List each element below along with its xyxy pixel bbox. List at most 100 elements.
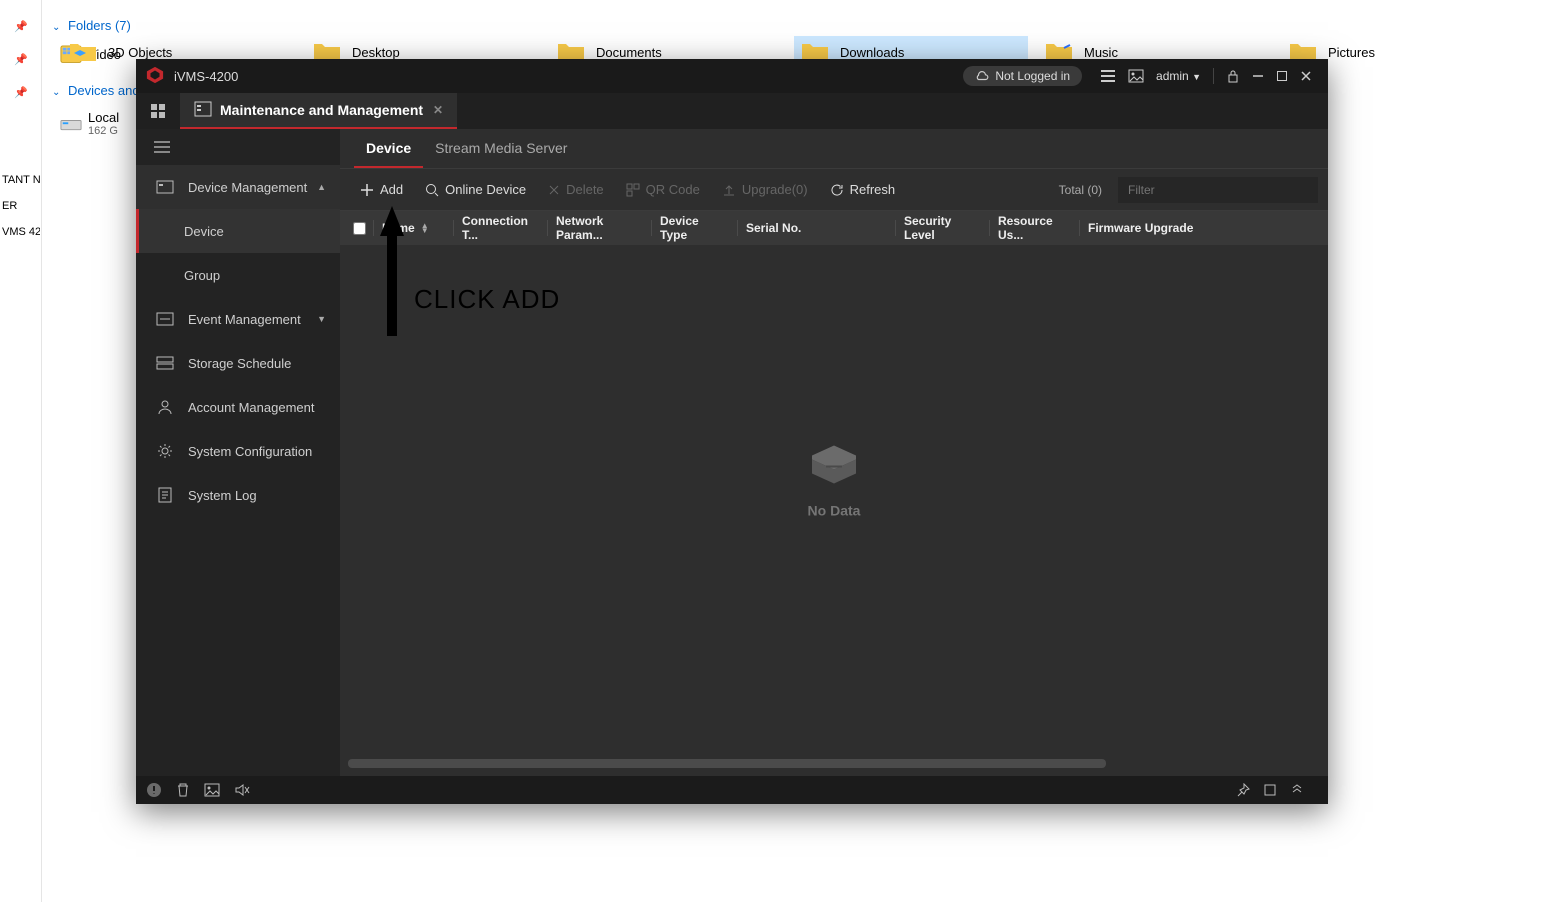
table-body: No Data [340, 245, 1328, 759]
separator [1213, 68, 1214, 84]
sidebar-item-event-mgmt[interactable]: Event Management ▼ [136, 297, 340, 341]
alert-icon[interactable] [146, 782, 162, 798]
delete-label: Delete [566, 182, 604, 197]
sidebar-label: Account Management [188, 400, 326, 415]
sidebar-item-storage[interactable]: Storage Schedule [136, 341, 340, 385]
col-resource[interactable]: Resource Us... [990, 220, 1080, 236]
folder-label: Downloads [840, 45, 904, 60]
folders-section[interactable]: ⌄ Folders (7) [52, 18, 192, 33]
col-name[interactable]: Name ▲▼ [374, 220, 454, 236]
pin-icon: 📌 [14, 20, 27, 33]
sidebar-toggle[interactable] [136, 129, 340, 165]
minimize-icon[interactable] [1252, 70, 1264, 82]
maximize-icon[interactable] [1276, 70, 1288, 82]
col-security[interactable]: Security Level [896, 220, 990, 236]
collapse-icon[interactable] [1290, 783, 1304, 797]
upload-icon [722, 183, 736, 197]
col-firmware[interactable]: Firmware Upgrade [1080, 220, 1322, 236]
folders-label: Folders (7) [68, 18, 131, 33]
modules-grid-button[interactable] [136, 93, 180, 129]
pin-icon: 📌 [14, 86, 27, 99]
search-icon [425, 183, 439, 197]
qr-icon [626, 183, 640, 197]
devices-label: Devices and [68, 83, 140, 98]
main-tab-device[interactable]: Device [354, 129, 423, 168]
online-device-button[interactable]: Online Device [415, 178, 536, 201]
clip-text: VMS 420 [2, 226, 40, 238]
refresh-button[interactable]: Refresh [820, 178, 906, 201]
maintenance-icon [194, 101, 212, 120]
scrollbar-thumb[interactable] [348, 759, 1106, 768]
pin-icon: 📌 [14, 53, 27, 66]
storage-icon [154, 356, 176, 370]
main-tabs: Device Stream Media Server [340, 129, 1328, 169]
sidebar-label: Event Management [188, 312, 317, 327]
x-icon [548, 184, 560, 196]
module-tabbar: Maintenance and Management ✕ [136, 93, 1328, 129]
explorer-left-rail: 📌 📌 📌 [0, 0, 42, 902]
folder-label: Music [1084, 45, 1118, 60]
mute-icon[interactable] [234, 783, 250, 797]
col-conn[interactable]: Connection T... [454, 220, 548, 236]
total-label: Total (0) [1059, 183, 1102, 197]
add-button[interactable]: Add [350, 178, 413, 201]
col-serial[interactable]: Serial No. [738, 220, 896, 236]
chevron-up-icon: ▲ [317, 182, 326, 192]
pin-icon[interactable] [1236, 783, 1250, 797]
sidebar-item-sysconfig[interactable]: System Configuration [136, 429, 340, 473]
clip-text: TANT NO [2, 174, 40, 186]
clip-text: ER [2, 200, 40, 212]
picture-icon[interactable] [204, 783, 220, 797]
sidebar-sub-device[interactable]: Device [136, 209, 340, 253]
sidebar-item-account[interactable]: Account Management [136, 385, 340, 429]
drive-text: Local 162 G [88, 110, 119, 137]
sidebar-item-device-mgmt[interactable]: Device Management ▲ [136, 165, 340, 209]
login-status-pill[interactable]: Not Logged in [963, 66, 1082, 86]
sort-icon: ▲▼ [421, 223, 429, 233]
trash-icon[interactable] [176, 782, 190, 798]
filter-input[interactable] [1118, 177, 1318, 203]
app-title: iVMS-4200 [174, 69, 238, 84]
main-panel: Device Stream Media Server Add Online De… [340, 129, 1328, 776]
close-icon[interactable] [1300, 70, 1312, 82]
titlebar[interactable]: iVMS-4200 Not Logged in admin ▼ [136, 59, 1328, 93]
app-logo-icon [146, 66, 164, 87]
chevron-down-icon: ▼ [1192, 72, 1201, 82]
image-icon[interactable] [1128, 69, 1144, 83]
lock-icon[interactable] [1226, 69, 1240, 83]
user-menu[interactable]: admin ▼ [1156, 69, 1201, 83]
user-icon [154, 399, 176, 415]
plus-icon [360, 183, 374, 197]
select-all-checkbox[interactable] [346, 220, 374, 236]
folder-label: 3D Objects [108, 45, 172, 60]
sidebar-sub-group[interactable]: Group [136, 253, 340, 297]
sidebar-item-syslog[interactable]: System Log [136, 473, 340, 517]
list-icon[interactable] [1100, 69, 1116, 83]
upgrade-button: Upgrade(0) [712, 178, 818, 201]
tab-label: Maintenance and Management [220, 102, 423, 118]
drive-icon [60, 115, 82, 133]
toolbar: Add Online Device Delete QR Code Upgrade… [340, 169, 1328, 211]
folder-label: Desktop [352, 45, 400, 60]
horizontal-scrollbar[interactable] [348, 759, 1320, 768]
qr-button: QR Code [616, 178, 710, 201]
empty-box-icon [806, 444, 862, 489]
explorer-left-clips: TANT NO ER VMS 420 [0, 160, 42, 252]
no-data-label: No Data [806, 503, 862, 519]
col-type[interactable]: Device Type [652, 220, 738, 236]
tab-maintenance[interactable]: Maintenance and Management ✕ [180, 93, 457, 129]
chevron-down-icon: ⌄ [52, 22, 60, 33]
window-icon[interactable] [1264, 784, 1276, 796]
tab-close-icon[interactable]: ✕ [433, 103, 443, 117]
sidebar-label: Storage Schedule [188, 356, 326, 371]
main-tab-stream[interactable]: Stream Media Server [423, 129, 579, 168]
device-icon [154, 180, 176, 194]
log-icon [154, 487, 176, 503]
col-net[interactable]: Network Param... [548, 220, 652, 236]
sidebar-label: System Log [188, 488, 326, 503]
gear-icon [154, 443, 176, 459]
statusbar [136, 776, 1328, 804]
sidebar-sub-label: Device [184, 224, 224, 239]
sidebar-label: Device Management [188, 180, 317, 195]
refresh-label: Refresh [850, 182, 896, 197]
